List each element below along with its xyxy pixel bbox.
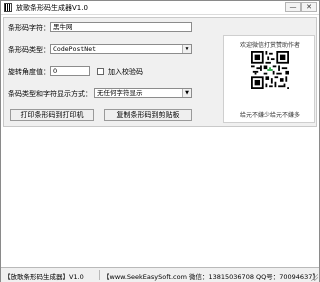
copy-barcode-button[interactable]: 复制条形码到剪贴板 — [104, 109, 192, 121]
status-divider — [99, 270, 100, 280]
status-app-name: 【放歌条形码生成器】V1.0 — [4, 273, 84, 281]
qr-caption-bottom: 给元不嫌少给元不嫌多 — [239, 112, 300, 119]
barcode-type-value: CodePostNet — [53, 45, 97, 53]
resize-grip-icon[interactable] — [310, 273, 318, 281]
qr-caption-top: 欢迎微信打赏赞助作者 — [239, 42, 300, 49]
client-area: 条形码字符： 黑牛网 条形码类型： CodePostNet ▼ 旋转角度值： 0… — [1, 15, 319, 268]
chevron-down-icon[interactable]: ▼ — [182, 89, 191, 97]
barcode-type-select[interactable]: CodePostNet ▼ — [50, 44, 192, 54]
barcode-text-input[interactable]: 黑牛网 — [50, 22, 192, 32]
text-display-select[interactable]: 无任何字符显示 ▼ — [94, 88, 192, 98]
status-contact: 【www.SeekEasySoft.com 微信：13815036708 QQ号… — [103, 273, 319, 281]
checksum-label: 加入校验码 — [108, 68, 143, 76]
checksum-checkbox[interactable] — [97, 68, 104, 75]
text-display-value: 无任何字符显示 — [97, 89, 143, 97]
print-barcode-button[interactable]: 打印条形码到打印机 — [10, 109, 94, 121]
app-window: 放歌条形码生成器V1.0 — ✕ 条形码字符： 黑牛网 条形码类型： CodeP… — [0, 0, 320, 282]
status-bar: 【放歌条形码生成器】V1.0 【www.SeekEasySoft.com 微信：… — [1, 267, 319, 282]
window-title: 放歌条形码生成器V1.0 — [16, 4, 88, 12]
rotation-label: 旋转角度值： — [8, 68, 50, 76]
title-bar[interactable]: 放歌条形码生成器V1.0 — ✕ — [1, 1, 319, 15]
minimize-button[interactable]: — — [285, 2, 301, 12]
barcode-type-label: 条形码类型： — [8, 46, 50, 54]
wechat-qr-code — [251, 51, 289, 89]
barcode-text-label: 条形码字符： — [8, 24, 50, 32]
rotation-input[interactable]: 0 — [50, 66, 90, 76]
donation-qr-panel: 欢迎微信打赏赞助作者 给元不嫌少给元不嫌多 — [223, 35, 315, 123]
close-button[interactable]: ✕ — [301, 2, 317, 12]
chevron-down-icon[interactable]: ▼ — [182, 45, 191, 53]
barcode-app-icon — [4, 3, 12, 12]
text-display-label: 条码类型和字符显示方式： — [8, 90, 92, 98]
